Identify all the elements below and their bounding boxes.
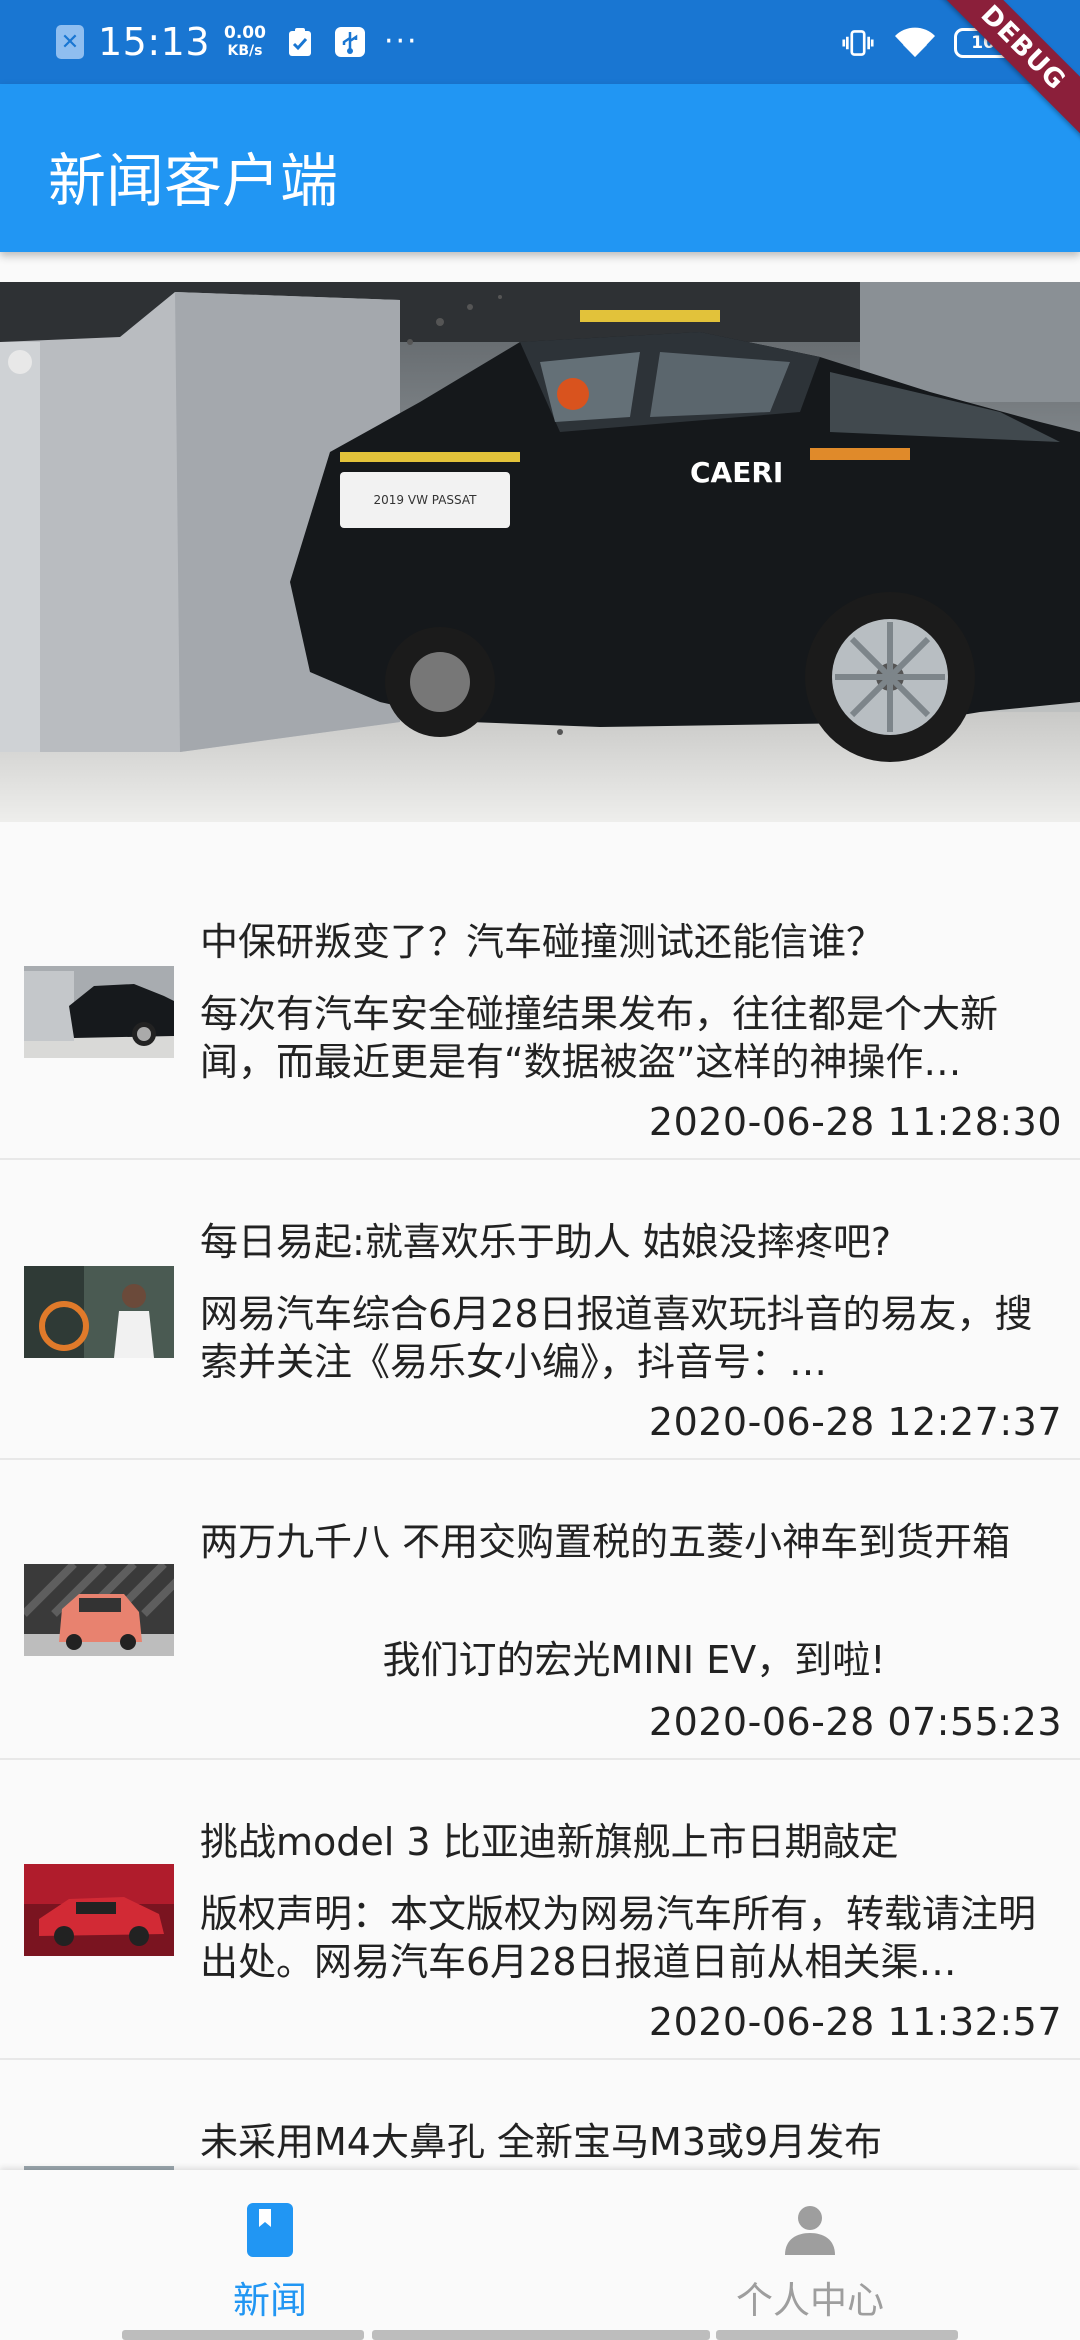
news-thumbnail — [24, 1564, 174, 1656]
gesture-bar — [372, 2330, 710, 2340]
news-summary: 每次有汽车安全碰撞结果发布，往往都是个大新闻，而最近更是有“数据被盗”这样的神操… — [200, 992, 999, 1084]
news-thumbnail — [24, 966, 174, 1058]
svg-text:CAERI: CAERI — [690, 456, 783, 489]
tab-profile[interactable]: 个人中心 — [540, 2170, 1080, 2340]
crash-test-photo: 2019 VW PASSAT CAERI — [0, 282, 1080, 822]
news-title: 挑战model 3 比亚迪新旗舰上市日期敲定 — [200, 1820, 899, 1864]
status-time: 15:13 — [98, 20, 211, 64]
usb-debug-icon — [334, 26, 366, 58]
page-title: 新闻客户端 — [48, 147, 339, 215]
news-summary: 版权声明：本文版权为网易汽车所有，转载请注明出处。网易汽车6月28日报道日前从相… — [200, 1892, 1037, 1984]
book-icon — [240, 2200, 300, 2260]
news-list: 中保研叛变了？汽车碰撞测试还能信谁？ 每次有汽车安全碰撞结果发布，往往都是个大新… — [0, 860, 1080, 2340]
news-time: 2020-06-28 11:32:57 — [648, 2000, 1062, 2044]
svg-text:2019 VW PASSAT: 2019 VW PASSAT — [374, 493, 478, 507]
news-summary: 网易汽车综合6月28日报道喜欢玩抖音的易友，搜索并关注《易乐女小编》，抖音号：… — [200, 1292, 1033, 1384]
person-icon — [780, 2200, 840, 2260]
notification-x-icon: ✕ — [56, 25, 84, 59]
app-bar: 新闻客户端 — [0, 84, 1080, 252]
news-item[interactable]: 每日易起:就喜欢乐于助人 姑娘没摔疼吧? 网易汽车综合6月28日报道喜欢玩抖音的… — [0, 1160, 1080, 1460]
network-speed: 0.00 KB/s — [224, 24, 266, 60]
gesture-bar — [122, 2330, 364, 2340]
news-summary: 我们订的宏光MINI EV，到啦! — [382, 1638, 886, 1682]
news-item[interactable]: 挑战model 3 比亚迪新旗舰上市日期敲定 版权声明：本文版权为网易汽车所有，… — [0, 1760, 1080, 2060]
more-notifications: ··· — [383, 24, 419, 59]
news-thumbnail — [24, 1266, 174, 1358]
headline-image[interactable]: 2019 VW PASSAT CAERI — [0, 282, 1080, 822]
network-speed-value: 0.00 — [224, 23, 266, 43]
news-thumbnail — [24, 1864, 174, 1956]
clipboard-check-icon — [284, 26, 316, 58]
news-title: 未采用M4大鼻孔 全新宝马M3或9月发布 — [200, 2120, 883, 2164]
news-item[interactable]: 中保研叛变了？汽车碰撞测试还能信谁？ 每次有汽车安全碰撞结果发布，往往都是个大新… — [0, 860, 1080, 1160]
tab-news-label: 新闻 — [233, 2279, 307, 2322]
news-item[interactable]: 两万九千八 不用交购置税的五菱小神车到货开箱 我们订的宏光MINI EV，到啦!… — [0, 1460, 1080, 1760]
news-time: 2020-06-28 12:27:37 — [648, 1400, 1062, 1444]
tab-profile-label: 个人中心 — [736, 2279, 884, 2322]
news-time: 2020-06-28 11:28:30 — [648, 1100, 1062, 1144]
bottom-navigation: 新闻 个人中心 — [0, 2170, 1080, 2340]
news-title: 两万九千八 不用交购置税的五菱小神车到货开箱 — [200, 1520, 1011, 1564]
network-speed-unit: KB/s — [227, 43, 263, 59]
gesture-bar — [716, 2330, 958, 2340]
status-bar: ✕ 15:13 0.00 KB/s ··· 100 — [0, 0, 1080, 84]
vibrate-icon — [842, 27, 874, 59]
tab-news[interactable]: 新闻 — [0, 2170, 540, 2340]
news-title: 每日易起:就喜欢乐于助人 姑娘没摔疼吧? — [200, 1220, 892, 1264]
wifi-icon — [892, 27, 938, 59]
news-time: 2020-06-28 07:55:23 — [648, 1700, 1062, 1744]
news-title: 中保研叛变了？汽车碰撞测试还能信谁？ — [200, 920, 885, 964]
